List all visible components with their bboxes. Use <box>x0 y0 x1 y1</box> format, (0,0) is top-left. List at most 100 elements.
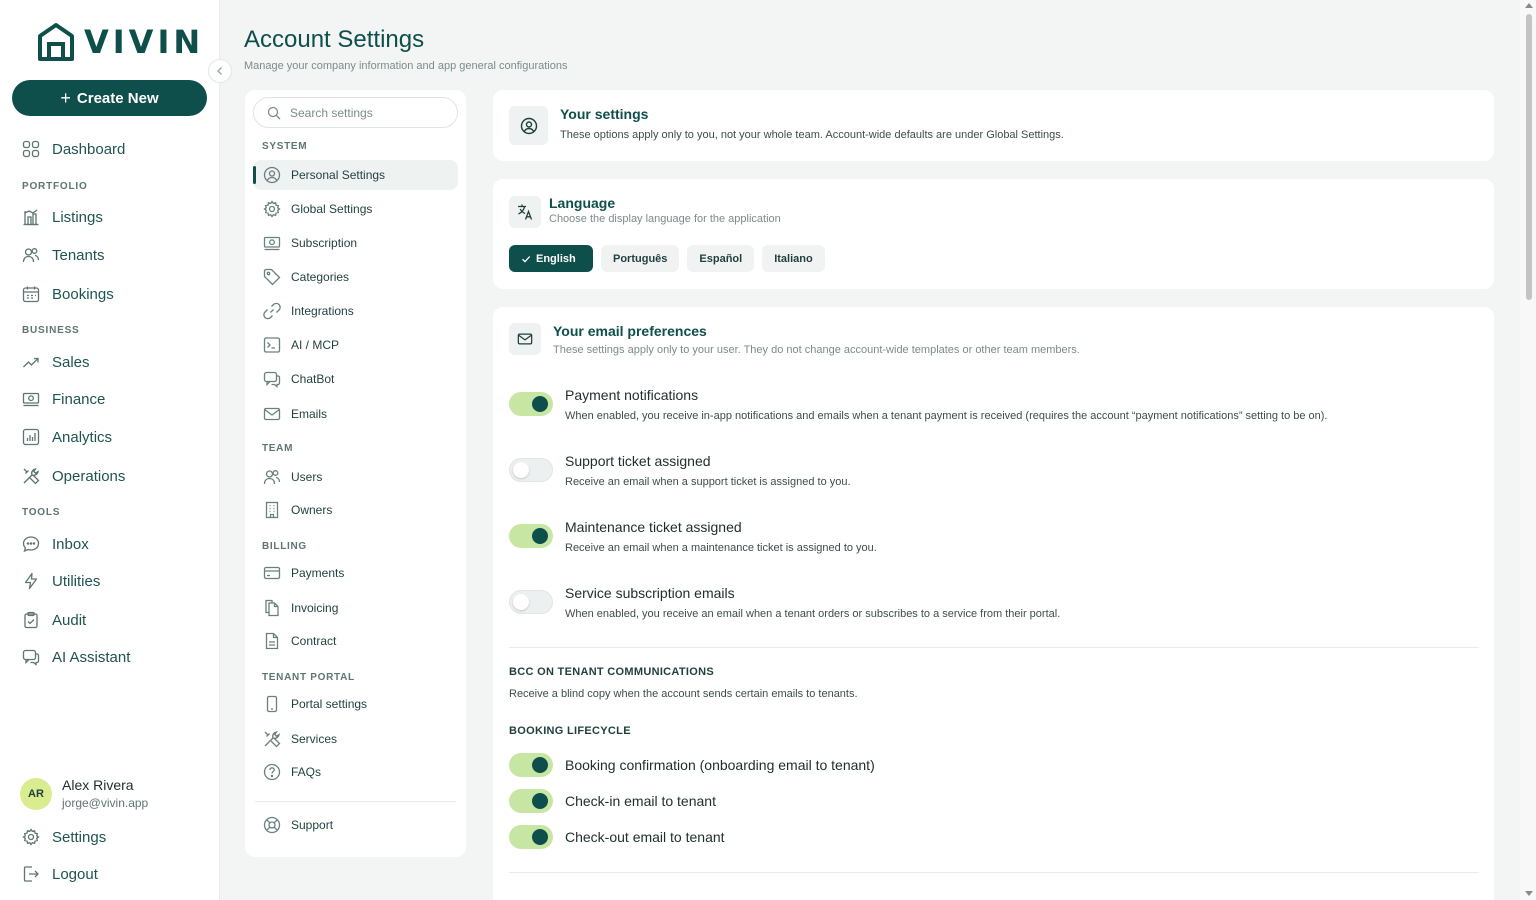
nav-item-logout[interactable]: Logout <box>22 863 98 885</box>
scroll-thumb[interactable] <box>1526 14 1532 300</box>
nav-item-listings[interactable]: Listings <box>22 206 103 228</box>
brand-name: VIVIN <box>84 23 205 61</box>
service-subscription-toggle[interactable] <box>509 590 553 614</box>
language-option-portuguese[interactable]: Português <box>601 245 680 272</box>
menu-item-personal-settings[interactable]: Personal Settings <box>253 160 458 190</box>
menu-label: Global Settings <box>291 202 373 216</box>
calendar-icon <box>22 286 40 303</box>
nav-item-settings[interactable]: Settings <box>22 826 106 848</box>
vivin-logo[interactable]: VIVIN <box>36 22 204 62</box>
language-label: Español <box>699 252 743 265</box>
settings-menu: SYSTEM Personal Settings Global Settings… <box>245 90 466 857</box>
menu-item-portal-settings[interactable]: Portal settings <box>253 689 458 719</box>
user-name: Alex Rivera <box>62 777 134 793</box>
menu-item-payments[interactable]: Payments <box>253 558 458 588</box>
nav-item-dashboard[interactable]: Dashboard <box>22 138 125 160</box>
nav-item-utilities[interactable]: Utilities <box>22 570 100 592</box>
menu-item-support[interactable]: Support <box>253 810 458 840</box>
credit-card-icon <box>263 566 281 580</box>
page-title: Account Settings <box>244 26 425 53</box>
support-ticket-toggle[interactable] <box>509 458 553 482</box>
envelope-icon <box>509 323 541 355</box>
user-circle-icon <box>509 106 548 145</box>
language-option-english[interactable]: English <box>509 245 593 272</box>
nav-item-analytics[interactable]: Analytics <box>22 426 112 448</box>
user-email: jorge@vivin.app <box>62 796 149 810</box>
nav-label: Analytics <box>52 428 113 446</box>
menu-item-chatbot[interactable]: ChatBot <box>253 364 458 394</box>
menu-section-system: SYSTEM <box>262 141 308 152</box>
gear-icon <box>263 200 281 218</box>
language-card: Language Choose the display language for… <box>493 179 1494 289</box>
menu-item-emails[interactable]: Emails <box>253 399 458 429</box>
scroll-down-arrow-icon[interactable] <box>1525 891 1533 896</box>
pref-title: Payment notifications <box>565 387 699 403</box>
menu-item-integrations[interactable]: Integrations <box>253 296 458 326</box>
nav-item-operations[interactable]: Operations <box>22 465 125 487</box>
menu-item-contract[interactable]: Contract <box>253 626 458 656</box>
menu-item-global-settings[interactable]: Global Settings <box>253 194 458 224</box>
booking-confirmation-toggle[interactable] <box>509 753 553 777</box>
user-profile[interactable]: AR Alex Rivera jorge@vivin.app <box>20 777 148 810</box>
check-in-email-toggle[interactable] <box>509 789 553 813</box>
nav-item-inbox[interactable]: Inbox <box>22 533 89 555</box>
nav-item-sales[interactable]: Sales <box>22 351 90 373</box>
menu-item-ai-mcp[interactable]: AI / MCP <box>253 330 458 360</box>
payment-notifications-toggle[interactable] <box>509 392 553 416</box>
envelope-icon <box>263 407 281 421</box>
bcc-section-title: BCC ON TENANT COMMUNICATIONS <box>509 666 714 678</box>
pref-title: Booking confirmation (onboarding email t… <box>565 757 875 773</box>
tools-icon <box>264 731 281 748</box>
scroll-up-arrow-icon[interactable] <box>1525 3 1533 8</box>
language-option-italian[interactable]: Italiano <box>762 245 825 272</box>
pref-desc: When enabled, you receive an email when … <box>565 608 1061 620</box>
search-input[interactable] <box>290 105 450 120</box>
chevron-left-icon <box>217 67 222 75</box>
lightning-icon <box>24 572 38 590</box>
menu-item-categories[interactable]: Categories <box>253 262 458 292</box>
collapse-sidebar-button[interactable] <box>208 59 232 83</box>
menu-label: FAQs <box>291 765 322 779</box>
menu-item-faqs[interactable]: FAQs <box>253 757 458 787</box>
plus-icon: + <box>60 87 71 108</box>
menu-item-services[interactable]: Services <box>253 724 458 754</box>
nav-label: Finance <box>52 390 106 408</box>
toggle-knob <box>513 462 529 478</box>
settings-search[interactable] <box>253 97 458 128</box>
email-preferences-card: Your email preferences These settings ap… <box>493 307 1494 900</box>
email-prefs-title: Your email preferences <box>553 323 707 339</box>
booking-lifecycle-title: BOOKING LIFECYCLE <box>509 725 631 737</box>
gear-icon <box>22 828 40 846</box>
page-scrollbar[interactable] <box>1520 0 1536 900</box>
toggle-knob <box>532 757 548 773</box>
menu-section-team: TEAM <box>262 443 294 454</box>
bcc-section-desc: Receive a blind copy when the account se… <box>509 688 858 700</box>
pref-title: Check-in email to tenant <box>565 793 716 809</box>
toggle-knob <box>513 594 529 610</box>
menu-label: Personal Settings <box>291 168 386 182</box>
nav-section-tools: TOOLS <box>22 507 61 518</box>
menu-item-users[interactable]: Users <box>253 462 458 492</box>
menu-item-subscription[interactable]: Subscription <box>253 228 458 258</box>
language-option-spanish[interactable]: Español <box>687 245 755 272</box>
toggle-knob <box>532 793 548 809</box>
check-out-email-toggle[interactable] <box>509 825 553 849</box>
maintenance-ticket-toggle[interactable] <box>509 524 553 548</box>
nav-item-tenants[interactable]: Tenants <box>22 244 105 266</box>
pref-desc: Receive an email when a support ticket i… <box>565 476 851 488</box>
menu-item-invoicing[interactable]: Invoicing <box>253 593 458 623</box>
nav-label: Inbox <box>52 535 89 553</box>
nav-item-bookings[interactable]: Bookings <box>22 283 114 305</box>
language-label: Português <box>613 252 668 265</box>
create-new-button[interactable]: + Create New <box>12 80 207 116</box>
users-icon <box>263 470 281 485</box>
menu-label: Services <box>291 732 338 746</box>
nav-item-ai-assistant[interactable]: AI Assistant <box>22 646 130 668</box>
grid-icon <box>22 140 40 158</box>
email-prefs-desc: These settings apply only to your user. … <box>553 344 1080 356</box>
menu-label: Support <box>291 818 334 832</box>
nav-item-audit[interactable]: Audit <box>22 609 86 631</box>
pref-title: Check-out email to tenant <box>565 829 725 845</box>
menu-item-owners[interactable]: Owners <box>253 495 458 525</box>
nav-item-finance[interactable]: Finance <box>22 388 105 410</box>
